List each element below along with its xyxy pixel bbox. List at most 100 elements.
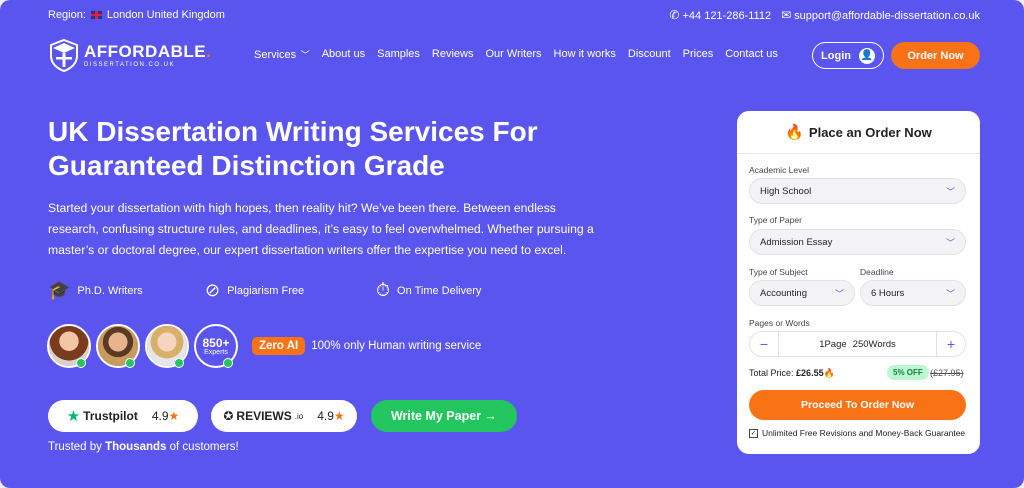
nav-item-writers[interactable]: Our Writers <box>486 48 542 61</box>
verified-icon <box>223 358 233 368</box>
avatar <box>96 324 140 368</box>
main-nav: Services ﹀ About us Samples Reviews Our … <box>254 48 778 61</box>
login-button[interactable]: Login 👤 <box>812 42 884 69</box>
feature-label: Ph.D. Writers <box>77 284 143 297</box>
subject-label: Type of Subject <box>749 267 808 277</box>
order-form-header: 🔥 Place an Order Now <box>737 111 980 154</box>
feature-label: On Time Delivery <box>397 284 482 297</box>
hero-title-line-1: UK Dissertation Writing Services For <box>48 116 538 147</box>
logo-subtext: DISSERTATION.CO.UK <box>84 61 176 68</box>
verified-icon <box>125 358 135 368</box>
login-label: Login <box>821 49 851 62</box>
reviews-io-rating: 4.9 <box>317 409 334 423</box>
hero-description: Started your dissertation with high hope… <box>48 201 594 257</box>
nav-item-how-it-works[interactable]: How it works <box>554 48 616 61</box>
nav-item-prices[interactable]: Prices <box>683 48 714 61</box>
old-price: (£27.95) <box>930 368 964 378</box>
deadline-select[interactable]: 6 Hours ﹀ <box>860 280 966 306</box>
increment-button[interactable]: + <box>937 332 965 356</box>
star-icon: ★ <box>333 409 345 423</box>
hero-title-line-2: Guaranteed Distinction Grade <box>48 150 445 181</box>
pages-display: 1Page 250Words <box>778 332 937 356</box>
reviews-io-badge[interactable]: ✪ REVIEWS .io 4.9★ <box>211 400 357 432</box>
no-plagiarism-icon: ⊘ <box>205 280 221 300</box>
nav-item-contact[interactable]: Contact us <box>725 48 778 61</box>
words-value: 250Words <box>852 338 896 350</box>
region-label: Region: <box>48 9 86 21</box>
email-link[interactable]: ✉ support@affordable-dissertation.co.uk <box>781 8 980 22</box>
zero-ai-badge: Zero AI <box>252 337 306 355</box>
experts-count-badge: 850+ Experts <box>194 324 238 368</box>
reviews-io-suffix: .io <box>294 411 304 421</box>
nav-item-about[interactable]: About us <box>322 48 365 61</box>
paper-type-value: Admission Essay <box>760 236 833 248</box>
checkbox-checked-icon[interactable]: ✓ <box>749 428 758 438</box>
total-label: Total Price: <box>749 368 794 378</box>
proceed-to-order-button[interactable]: Proceed To Order Now <box>749 390 966 420</box>
order-now-button[interactable]: Order Now <box>891 42 980 69</box>
nav-item-samples[interactable]: Samples <box>377 48 420 61</box>
page-frame: Region: London United Kingdom ✆ +44 121-2… <box>0 0 1024 488</box>
trustpilot-star-icon: ★ <box>66 408 81 425</box>
chevron-down-icon: ﹀ <box>945 288 955 299</box>
order-form-title: Place an Order Now <box>808 124 932 140</box>
decrement-button[interactable]: − <box>750 332 778 356</box>
hero-title: UK Dissertation Writing Services For Gua… <box>48 115 608 183</box>
chevron-down-icon: ﹀ <box>945 237 955 248</box>
subject-select[interactable]: Accounting ﹀ <box>749 280 855 306</box>
stopwatch-icon: ⏱ <box>376 280 391 300</box>
paper-type-label: Type of Paper <box>749 215 802 225</box>
trustpilot-name: Trustpilot <box>83 409 138 423</box>
verified-icon <box>174 358 184 368</box>
fire-icon: 🔥 <box>785 124 804 141</box>
feature-label: Plagiarism Free <box>227 284 305 297</box>
top-bar: Region: London United Kingdom ✆ +44 121-2… <box>48 6 980 24</box>
fire-icon: 🔥 <box>823 368 835 378</box>
chevron-down-icon: ﹀ <box>298 50 310 60</box>
guarantee-text: Unlimited Free Revisions and Money-Back … <box>762 428 966 438</box>
reviews-io-name: REVIEWS <box>236 409 292 423</box>
user-icon: 👤 <box>858 47 875 64</box>
uk-flag-icon <box>90 11 102 19</box>
trustpilot-badge[interactable]: ★ Trustpilot 4.9★ <box>48 400 198 432</box>
experts-label: Experts <box>204 348 228 356</box>
deadline-label: Deadline <box>860 267 894 277</box>
star-icon: ★ <box>168 409 180 423</box>
email-address: support@affordable-dissertation.co.uk <box>794 10 980 22</box>
chevron-down-icon: ﹀ <box>945 186 955 197</box>
paper-type-select[interactable]: Admission Essay ﹀ <box>749 229 966 255</box>
site-logo[interactable]: AFFORDABLE. DISSERTATION.CO.UK <box>48 38 211 72</box>
phone-icon: ✆ <box>669 8 680 22</box>
shield-logo-icon <box>50 38 78 72</box>
mail-icon: ✉ <box>781 8 792 22</box>
avatar <box>47 324 91 368</box>
feature-on-time: ⏱ On Time Delivery <box>376 280 481 301</box>
avatar <box>145 324 189 368</box>
nav-item-reviews[interactable]: Reviews <box>432 48 474 61</box>
zero-ai-text: 100% only Human writing service <box>311 340 482 352</box>
academic-level-value: High School <box>760 185 812 197</box>
logo-wordmark: AFFORDABLE. <box>84 41 212 61</box>
region-selector[interactable]: Region: London United Kingdom <box>48 9 225 21</box>
nav-item-services[interactable]: Services ﹀ <box>254 48 310 61</box>
nav-item-discount[interactable]: Discount <box>628 48 671 61</box>
phone-link[interactable]: ✆ +44 121-286-1112 <box>669 8 771 22</box>
verified-icon <box>76 358 86 368</box>
trusted-by-text: Trusted by Thousands of customers! <box>48 441 239 453</box>
total-value: £26.55 <box>796 368 824 378</box>
discount-badge: 5% OFF <box>887 365 929 380</box>
academic-level-select[interactable]: High School ﹀ <box>749 178 966 204</box>
expert-avatars: 850+ Experts <box>47 324 238 368</box>
order-form-card: 🔥 Place an Order Now Academic Level High… <box>737 111 980 454</box>
write-my-paper-button[interactable]: Write My Paper → <box>371 400 517 432</box>
pages-value: 1Page <box>819 338 847 350</box>
deadline-value: 6 Hours <box>871 287 905 299</box>
feature-list: 🎓 Ph.D. Writers ⊘ Plagiarism Free ⏱ On T… <box>48 280 481 301</box>
academic-level-label: Academic Level <box>749 165 810 175</box>
graduate-icon: 🎓 <box>48 280 71 300</box>
feature-phd-writers: 🎓 Ph.D. Writers <box>48 280 205 301</box>
trustpilot-rating: 4.9 <box>151 409 169 423</box>
guarantee-note: ✓ Unlimited Free Revisions and Money-Bac… <box>749 428 965 438</box>
total-price: Total Price: £26.55🔥 <box>749 368 835 379</box>
subject-value: Accounting <box>760 287 808 299</box>
